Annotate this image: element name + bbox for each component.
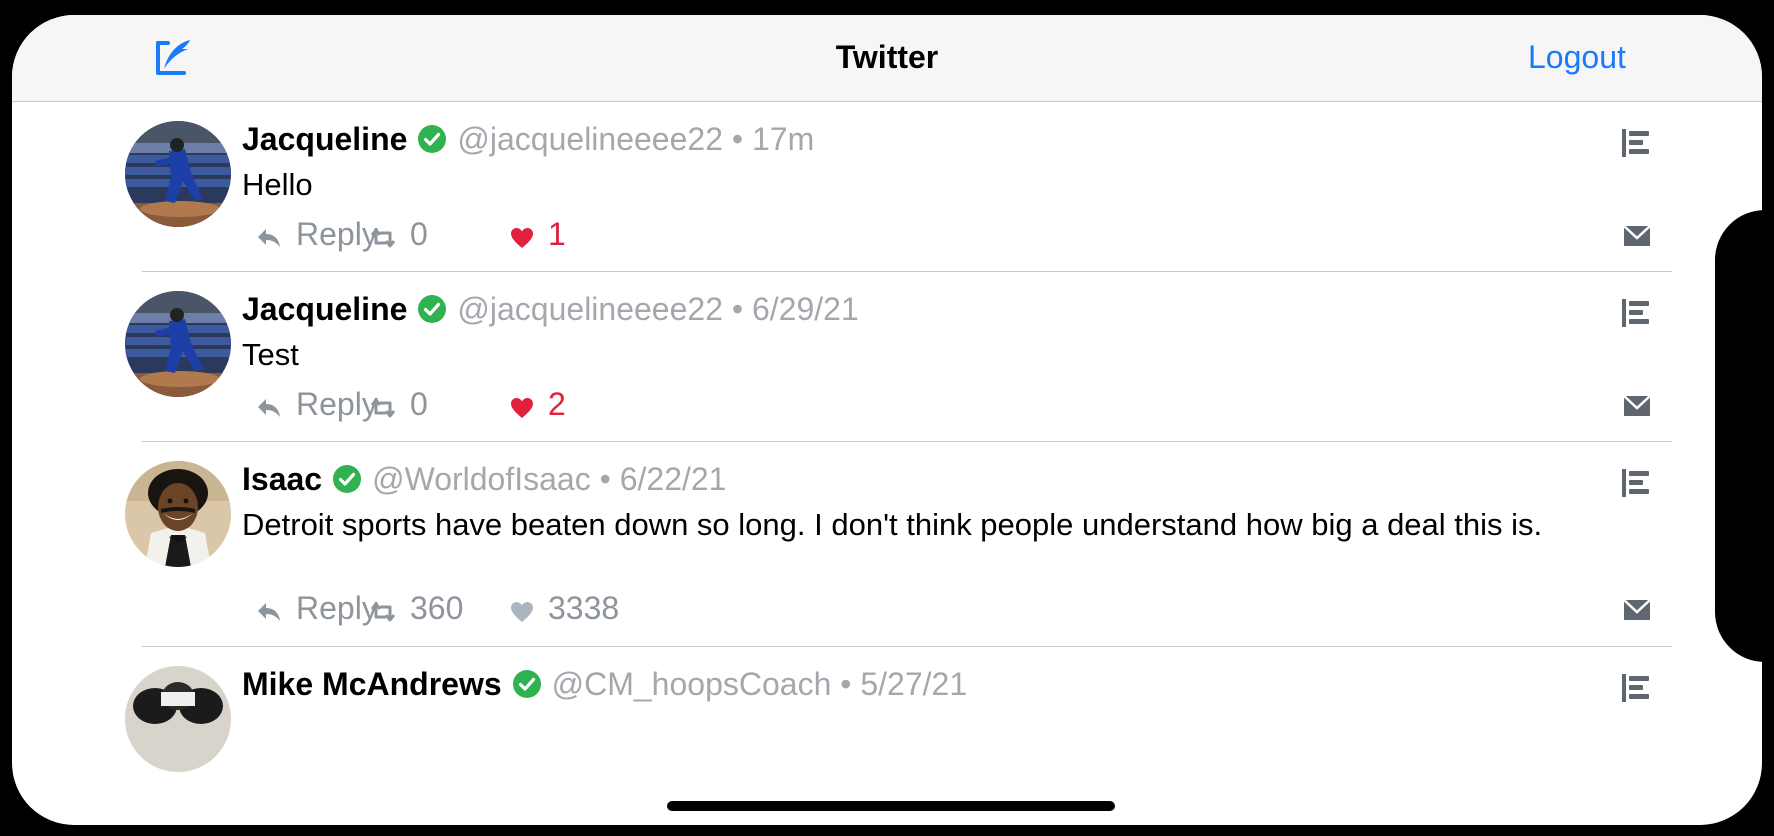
like-button[interactable]: 1	[510, 214, 566, 254]
tweet-header: Jacqueline @jacquelineeee22 • 6/29/21	[242, 289, 859, 329]
avatar[interactable]	[125, 291, 231, 397]
tweet-timestamp: 5/27/21	[860, 666, 968, 702]
author-handle[interactable]: @jacquelineeee22	[457, 121, 723, 157]
heart-filled-icon	[511, 228, 533, 248]
verified-badge-icon	[418, 125, 447, 153]
retweet-button[interactable]: 360	[370, 588, 463, 628]
separator-dot: •	[731, 291, 744, 327]
separator-dot: •	[599, 461, 611, 497]
author-name[interactable]: Isaac	[242, 461, 322, 497]
author-handle[interactable]: @CM_hoopsCoach	[552, 666, 832, 702]
home-indicator[interactable]	[667, 801, 1115, 811]
like-count: 2	[548, 386, 566, 422]
navigation-bar: Twitter Logout	[12, 15, 1762, 102]
reply-button[interactable]: Reply	[256, 588, 378, 628]
retweet-icon	[370, 228, 396, 248]
retweet-button[interactable]: 0	[370, 214, 428, 254]
author-handle[interactable]: @WorldofIsaac	[372, 461, 591, 497]
tweet-card[interactable]: Jacqueline @jacquelineeee22 • 17m Hello R…	[12, 102, 1762, 272]
more-options-icon[interactable]	[1620, 672, 1652, 704]
tweet-card[interactable]: Jacqueline @jacquelineeee22 • 6/29/21 Tes…	[12, 272, 1762, 442]
tweet-card[interactable]: Isaac @WorldofIsaac • 6/22/21 Detroit spo…	[12, 442, 1762, 647]
tweet-text: Hello	[242, 167, 313, 202]
avatar[interactable]	[125, 461, 231, 567]
author-handle[interactable]: @jacquelineeee22	[457, 291, 723, 327]
retweet-icon	[370, 398, 396, 418]
reply-arrow-icon	[258, 399, 280, 417]
heart-outline-icon	[511, 602, 533, 622]
compose-button[interactable]	[154, 37, 194, 77]
like-button[interactable]: 3338	[510, 588, 619, 628]
retweet-icon	[370, 602, 396, 622]
compose-feather-icon	[156, 40, 190, 75]
tweet-header: Isaac @WorldofIsaac • 6/22/21	[242, 459, 726, 499]
logout-button[interactable]: Logout	[1528, 39, 1626, 76]
retweet-count: 0	[410, 386, 428, 422]
direct-message-icon[interactable]	[1622, 222, 1652, 250]
tweet-text: Test	[242, 337, 299, 372]
more-options-icon[interactable]	[1620, 467, 1652, 499]
tweet-timestamp: 6/29/21	[751, 291, 859, 327]
tweet-header: Jacqueline @jacquelineeee22 • 17m	[242, 119, 814, 159]
app-screen: Twitter Logout Jacqueline @jacquelineeee…	[12, 15, 1762, 825]
verified-badge-icon	[512, 670, 541, 698]
retweet-count: 360	[410, 590, 464, 626]
tweet-card[interactable]: Mike McAndrews @CM_hoopsCoach • 5/27/21	[12, 647, 1762, 790]
reply-button[interactable]: Reply	[256, 384, 378, 424]
reply-button[interactable]: Reply	[256, 214, 378, 254]
author-name[interactable]: Jacqueline	[242, 121, 407, 157]
device-notch	[1715, 210, 1762, 662]
author-name[interactable]: Jacqueline	[242, 291, 407, 327]
more-options-icon[interactable]	[1620, 127, 1652, 159]
page-title: Twitter	[835, 39, 939, 75]
tweet-timestamp: 17m	[751, 121, 815, 157]
avatar[interactable]	[125, 666, 231, 772]
direct-message-icon[interactable]	[1622, 596, 1652, 624]
avatar[interactable]	[125, 121, 231, 227]
author-name[interactable]: Mike McAndrews	[242, 666, 502, 702]
direct-message-icon[interactable]	[1622, 392, 1652, 420]
like-button[interactable]: 2	[510, 384, 566, 424]
retweet-count: 0	[410, 216, 428, 252]
reply-arrow-icon	[258, 603, 280, 621]
like-count: 3338	[548, 590, 620, 626]
tweet-feed[interactable]: Jacqueline @jacquelineeee22 • 17m Hello R…	[12, 102, 1762, 790]
more-options-icon[interactable]	[1620, 297, 1652, 329]
retweet-button[interactable]: 0	[370, 384, 428, 424]
separator-dot: •	[731, 121, 744, 157]
verified-badge-icon	[333, 465, 362, 493]
like-count: 1	[548, 216, 566, 252]
separator-dot: •	[840, 666, 852, 702]
verified-badge-icon	[418, 295, 447, 323]
tweet-text: Detroit sports have beaten down so long.…	[242, 507, 1543, 542]
tweet-header: Mike McAndrews @CM_hoopsCoach • 5/27/21	[242, 664, 967, 704]
heart-filled-icon	[511, 398, 533, 418]
tweet-timestamp: 6/22/21	[619, 461, 727, 497]
reply-arrow-icon	[258, 229, 280, 247]
